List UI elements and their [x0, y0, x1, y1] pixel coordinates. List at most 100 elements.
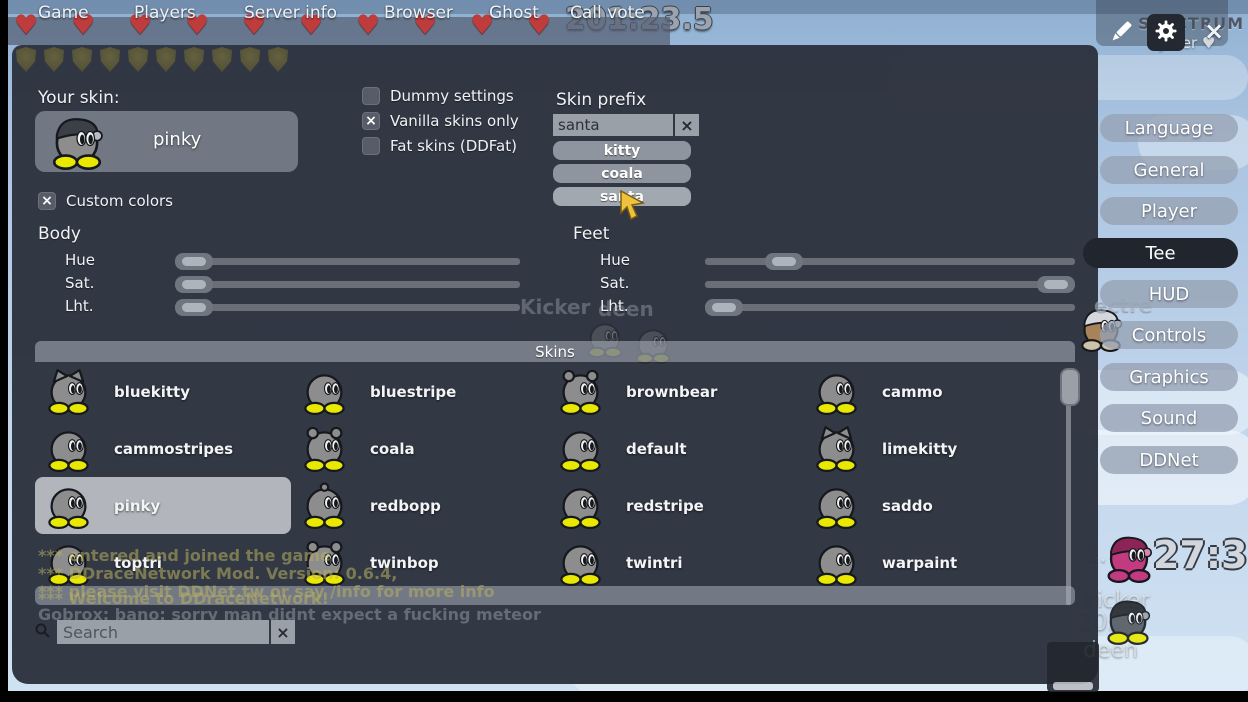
skin-item-bluestripe[interactable]: bluestripe	[291, 363, 547, 420]
race-time: 27:37	[1153, 533, 1248, 577]
prefix-preset-kitty[interactable]: kitty	[553, 141, 691, 160]
menu-item-ghost[interactable]: Ghost	[489, 3, 539, 23]
skin-tee-icon-limekitty	[813, 425, 860, 472]
close-button[interactable]: ×	[1204, 17, 1224, 45]
skin-tee-icon-cammo	[813, 368, 860, 415]
slider-label-feet-sat: Sat.	[600, 274, 629, 292]
skin-item-cammo[interactable]: cammo	[803, 363, 1059, 420]
body-section-label: Body	[38, 224, 81, 244]
slider-track-feet-lht[interactable]	[705, 304, 1075, 311]
player-tee-kicker	[1104, 533, 1154, 583]
skin-item-default[interactable]: default	[547, 420, 803, 477]
checkbox-fat-skins-ddfat[interactable]	[362, 137, 380, 155]
slider-handle-feet-lht[interactable]	[705, 299, 743, 316]
toggle-label: Fat skins (DDFat)	[390, 137, 517, 155]
current-skin-name: pinky	[153, 129, 201, 150]
menu-item-call-vote[interactable]: Call vote	[570, 3, 645, 23]
search-icon	[34, 622, 51, 643]
sidebar-tab-graphics[interactable]: Graphics	[1100, 363, 1238, 391]
slider-label-body-hue: Hue	[65, 251, 95, 269]
world-nameplate: Kicker	[520, 295, 590, 319]
skin-tee-icon-redbopp	[301, 482, 348, 529]
prefix-preset-coala[interactable]: coala	[553, 164, 691, 183]
skin-item-redbopp[interactable]: redbopp	[291, 477, 547, 534]
feet-section-label: Feet	[573, 224, 609, 244]
skin-name-label: saddo	[882, 497, 933, 515]
checkbox-vanilla-skins-only[interactable]: ×	[362, 112, 380, 130]
custom-colors-label: Custom colors	[66, 192, 173, 210]
skin-tee-icon-twintri	[557, 539, 604, 586]
skin-tee-icon-bluekitty	[45, 368, 92, 415]
slider-track-body-hue[interactable]	[175, 258, 520, 265]
slider-track-feet-sat[interactable]	[705, 281, 1075, 288]
menu-item-server-info[interactable]: Server info	[244, 3, 337, 23]
skin-tee-icon-cammostripes	[45, 425, 92, 472]
toggle-vanilla-skins-only[interactable]: ×Vanilla skins only	[362, 112, 519, 130]
toggle-dummy-settings[interactable]: Dummy settings	[362, 87, 514, 105]
sidebar-tab-hud[interactable]: HUD	[1100, 280, 1238, 308]
skin-item-cammostripes[interactable]: cammostripes	[35, 420, 291, 477]
skin-tee-icon-default	[557, 425, 604, 472]
skin-item-warpaint[interactable]: warpaint	[803, 534, 1059, 591]
menu-item-game[interactable]: Game	[38, 3, 89, 23]
door-handle	[1053, 682, 1093, 690]
skin-tee-icon-brownbear	[557, 368, 604, 415]
slider-track-body-sat[interactable]	[175, 281, 520, 288]
sidebar-tab-sound[interactable]: Sound	[1100, 404, 1238, 432]
sidebar-tab-language[interactable]: Language	[1100, 114, 1238, 142]
skin-item-pinky[interactable]: pinky	[35, 477, 291, 534]
custom-colors-toggle[interactable]: × Custom colors	[38, 192, 173, 210]
skin-tee-icon-pinky	[45, 482, 92, 529]
skin-search-row: ×	[34, 620, 295, 644]
skin-prefix-clear-button[interactable]: ×	[675, 114, 699, 136]
sidebar-tab-controls[interactable]: Controls	[1100, 321, 1238, 349]
skin-item-limekitty[interactable]: limekitty	[803, 420, 1059, 477]
edit-button[interactable]	[1106, 17, 1136, 51]
skin-tee-icon-saddo	[813, 482, 860, 529]
skin-item-saddo[interactable]: saddo	[803, 477, 1059, 534]
skin-item-brownbear[interactable]: brownbear	[547, 363, 803, 420]
sidebar-tab-general[interactable]: General	[1100, 156, 1238, 184]
skin-item-redstripe[interactable]: redstripe	[547, 477, 803, 534]
skin-name-label: redbopp	[370, 497, 441, 515]
slider-track-feet-hue[interactable]	[705, 258, 1075, 265]
sidebar-tab-ddnet[interactable]: DDNet	[1100, 446, 1238, 474]
skin-name-label: redstripe	[626, 497, 704, 515]
skin-tee-icon-bluestripe	[301, 368, 348, 415]
skin-name-label: twintri	[626, 554, 683, 572]
skin-item-twintri[interactable]: twintri	[547, 534, 803, 591]
game-screen: 201:23.5 ♥♥♥♥♥♥♥♥♥♥ GamePlayersServer in…	[0, 0, 1248, 702]
search-clear-button[interactable]: ×	[271, 620, 295, 644]
slider-handle-feet-hue[interactable]	[765, 253, 803, 270]
skin-item-bluekitty[interactable]: bluekitty	[35, 363, 291, 420]
current-skin-preview[interactable]: pinky	[35, 111, 298, 172]
search-input[interactable]	[57, 620, 269, 644]
chat-line: *** DDraceNetwork Mod. Version: 0.6.4,	[38, 564, 397, 583]
skin-name-label: bluekitty	[114, 383, 190, 401]
gear-icon	[1154, 19, 1178, 47]
skin-name-label: limekitty	[882, 440, 957, 458]
skin-tee-icon-coala	[301, 425, 348, 472]
skin-tee-icon-redstripe	[557, 482, 604, 529]
skin-prefix-input[interactable]	[553, 114, 673, 136]
slider-handle-body-sat[interactable]	[175, 276, 213, 293]
slider-track-body-lht[interactable]	[175, 304, 520, 311]
skins-scrollbar-handle[interactable]	[1060, 368, 1080, 406]
checkbox-dummy-settings[interactable]	[362, 87, 380, 105]
menu-item-players[interactable]: Players	[134, 3, 196, 23]
slider-handle-body-hue[interactable]	[175, 253, 213, 270]
custom-colors-checkbox[interactable]: ×	[38, 192, 56, 210]
slider-handle-body-lht[interactable]	[175, 299, 213, 316]
menu-item-browser[interactable]: Browser	[384, 3, 453, 23]
heart-icon: ♥	[356, 12, 380, 39]
slider-handle-feet-sat[interactable]	[1037, 276, 1075, 293]
settings-button[interactable]	[1147, 14, 1185, 51]
heart-icon: ♥	[14, 12, 38, 39]
skin-name-label: bluestripe	[370, 383, 456, 401]
map-door-tile	[1047, 642, 1099, 692]
toggle-fat-skins-ddfat[interactable]: Fat skins (DDFat)	[362, 137, 517, 155]
sidebar-tab-tee[interactable]: Tee	[1083, 238, 1238, 268]
sidebar-tab-player[interactable]: Player	[1100, 197, 1238, 225]
skin-item-coala[interactable]: coala	[291, 420, 547, 477]
current-skin-tee-icon	[49, 114, 105, 170]
